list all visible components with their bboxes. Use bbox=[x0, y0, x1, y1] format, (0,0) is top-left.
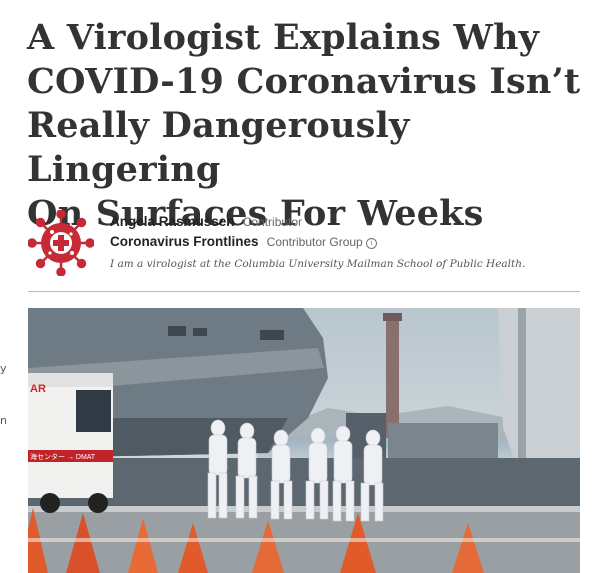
headline-line-3: Really Dangerously Lingering bbox=[27, 105, 410, 190]
virus-plus-icon[interactable] bbox=[27, 209, 95, 277]
author-bio: I am a virologist at the Columbia Univer… bbox=[110, 258, 526, 270]
author-row: Angela Rasmussen Contributor bbox=[110, 213, 302, 231]
headline-line-2: COVID-19 Coronavirus Isn’t bbox=[27, 61, 581, 102]
author-name-link[interactable]: Angela Rasmussen bbox=[110, 214, 235, 229]
article-headline: A Virologist Explains Why COVID-19 Coron… bbox=[27, 16, 587, 236]
author-byline: Angela Rasmussen Contributor Coronavirus… bbox=[27, 209, 588, 278]
author-role: Contributor bbox=[242, 215, 303, 229]
divider bbox=[28, 291, 580, 292]
vehicle-text-1: AR bbox=[30, 383, 46, 395]
group-row: Coronavirus Frontlines Contributor Group… bbox=[110, 233, 377, 251]
group-name-link[interactable]: Coronavirus Frontlines bbox=[110, 234, 259, 249]
left-edge-fragment: y n bbox=[0, 362, 7, 427]
article-photo[interactable]: AR 海センター → DMAT bbox=[28, 308, 580, 573]
vehicle-text-2: 海センター → DMAT bbox=[30, 452, 96, 461]
group-role: Contributor Group bbox=[266, 235, 363, 249]
headline-line-1: A Virologist Explains Why bbox=[27, 17, 540, 58]
info-icon[interactable]: i bbox=[365, 238, 377, 249]
